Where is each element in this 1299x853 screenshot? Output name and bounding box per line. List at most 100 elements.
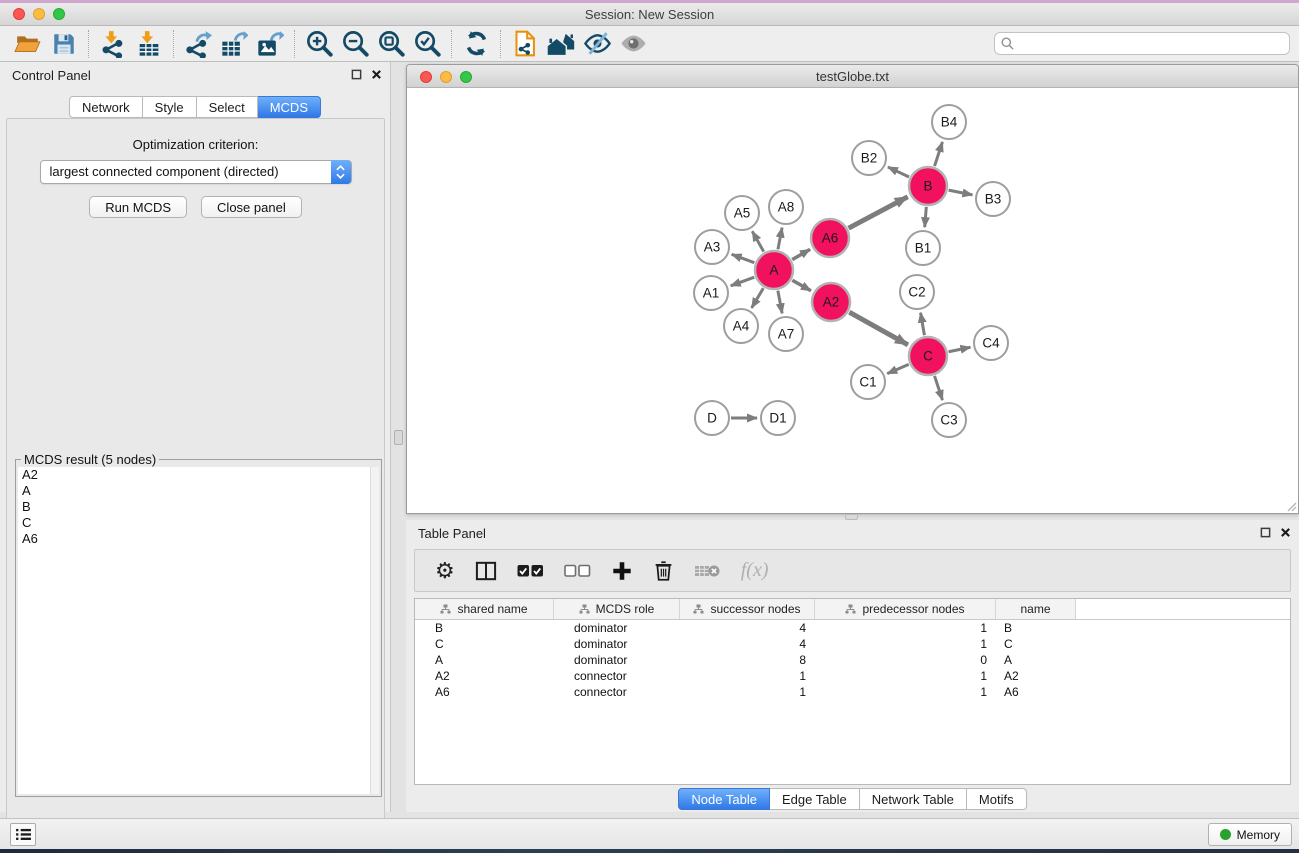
graph-edge-A2-C[interactable] <box>849 312 908 345</box>
document-network-icon[interactable] <box>507 28 543 60</box>
graph-edge-A-A1[interactable] <box>731 277 755 286</box>
graph-edge-A-A2[interactable] <box>792 280 811 290</box>
graph-node-A7[interactable]: A7 <box>769 317 803 351</box>
zoom-out-icon[interactable] <box>337 28 373 60</box>
import-network-icon[interactable] <box>95 28 131 60</box>
function-builder-icon[interactable]: f(x) <box>741 559 769 582</box>
graph-node-C[interactable]: C <box>909 337 947 375</box>
tab-node-table[interactable]: Node Table <box>678 788 770 810</box>
graph-node-A8[interactable]: A8 <box>769 190 803 224</box>
graph-node-C1[interactable]: C1 <box>851 365 885 399</box>
column-header-shared-name[interactable]: shared name <box>415 599 554 619</box>
graph-node-A2[interactable]: A2 <box>812 283 850 321</box>
run-mcds-button[interactable]: Run MCDS <box>89 196 187 218</box>
mcds-result-item[interactable]: A6 <box>18 531 370 547</box>
column-header-MCDS-role[interactable]: MCDS role <box>554 599 680 619</box>
mcds-result-item[interactable]: A <box>18 483 370 499</box>
close-panel-button[interactable]: Close panel <box>201 196 302 218</box>
tab-network[interactable]: Network <box>69 96 143 118</box>
optimization-criterion-select[interactable]: largest connected component (directed) <box>40 160 352 184</box>
graph-node-B1[interactable]: B1 <box>906 231 940 265</box>
graph-node-B2[interactable]: B2 <box>852 141 886 175</box>
graph-node-D[interactable]: D <box>695 401 729 435</box>
graph-node-B3[interactable]: B3 <box>976 182 1010 216</box>
export-network-icon[interactable] <box>180 28 216 60</box>
graph-node-A1[interactable]: A1 <box>694 276 728 310</box>
zoom-fit-icon[interactable] <box>373 28 409 60</box>
float-panel-icon[interactable] <box>1260 527 1271 538</box>
graph-edge-C-C1[interactable] <box>887 364 908 373</box>
graph-node-A4[interactable]: A4 <box>724 309 758 343</box>
graph-edge-B-B1[interactable] <box>925 207 927 227</box>
graph-node-C4[interactable]: C4 <box>974 326 1008 360</box>
vertical-splitter-grip[interactable] <box>394 430 403 445</box>
result-scrollbar[interactable] <box>370 467 379 794</box>
graph-node-C2[interactable]: C2 <box>900 275 934 309</box>
tab-style[interactable]: Style <box>143 96 197 118</box>
graph-edge-A-A6[interactable] <box>792 249 810 259</box>
mcds-result-item[interactable]: C <box>18 515 370 531</box>
tab-mcds[interactable]: MCDS <box>258 96 321 118</box>
delete-table-icon[interactable] <box>694 563 721 579</box>
graph-edge-C-C4[interactable] <box>949 347 971 352</box>
mcds-result-item[interactable]: A2 <box>18 467 370 483</box>
column-header-name[interactable]: name <box>996 599 1076 619</box>
graph-node-B[interactable]: B <box>909 167 947 205</box>
select-all-icon[interactable] <box>517 564 544 578</box>
tab-select[interactable]: Select <box>197 96 258 118</box>
graph-node-A6[interactable]: A6 <box>811 219 849 257</box>
graph-edge-A-A3[interactable] <box>732 254 755 262</box>
tab-motifs[interactable]: Motifs <box>967 788 1027 810</box>
tab-network-table[interactable]: Network Table <box>860 788 967 810</box>
split-columns-icon[interactable] <box>475 561 497 581</box>
graph-edge-C-C3[interactable] <box>935 376 943 400</box>
export-table-icon[interactable] <box>216 28 252 60</box>
float-panel-icon[interactable] <box>351 69 362 80</box>
graph-edge-B-B4[interactable] <box>935 142 943 166</box>
table-row[interactable]: Adominator80A <box>415 652 1290 668</box>
graph-edge-B-B3[interactable] <box>949 190 973 195</box>
table-row[interactable]: A2connector11A2 <box>415 668 1290 684</box>
window-resize-grip[interactable] <box>1285 500 1297 512</box>
graph-node-D1[interactable]: D1 <box>761 401 795 435</box>
import-table-icon[interactable] <box>131 28 167 60</box>
graph-node-A5[interactable]: A5 <box>725 196 759 230</box>
add-column-icon[interactable] <box>611 560 633 582</box>
delete-column-icon[interactable] <box>653 559 674 582</box>
table-row[interactable]: Bdominator41B <box>415 620 1290 636</box>
memory-button[interactable]: Memory <box>1208 823 1292 846</box>
zoom-in-icon[interactable] <box>301 28 337 60</box>
network-graph-canvas[interactable]: B4 B2 B B3 A8 A5 A6 B1 A3 A C2 A1 A2 A4 A7 C4 C C1 C3 D D1 <box>407 88 1298 513</box>
graph-edge-A-A4[interactable] <box>752 288 764 308</box>
graph-edge-B-B2[interactable] <box>888 167 909 177</box>
graph-node-B4[interactable]: B4 <box>932 105 966 139</box>
eye-icon[interactable] <box>615 28 651 60</box>
table-row[interactable]: Cdominator41C <box>415 636 1290 652</box>
graph-node-A[interactable]: A <box>755 251 793 289</box>
graph-node-C3[interactable]: C3 <box>932 403 966 437</box>
houses-icon[interactable] <box>543 28 579 60</box>
table-row[interactable]: A6connector11A6 <box>415 684 1290 700</box>
deselect-all-icon[interactable] <box>564 564 591 578</box>
save-icon[interactable] <box>46 28 82 60</box>
eye-slash-icon[interactable] <box>579 28 615 60</box>
export-image-icon[interactable] <box>252 28 288 60</box>
close-panel-icon[interactable] <box>1280 527 1291 538</box>
graph-edge-A-A5[interactable] <box>752 231 763 251</box>
graph-edge-A-A8[interactable] <box>778 228 782 250</box>
refresh-icon[interactable] <box>458 28 494 60</box>
graph-edge-A6-B[interactable] <box>849 197 908 228</box>
graph-edge-C-C2[interactable] <box>921 313 925 336</box>
settings-gear-icon[interactable]: ⚙ <box>435 560 455 582</box>
column-header-successor-nodes[interactable]: successor nodes <box>680 599 815 619</box>
graph-edge-A-A7[interactable] <box>778 291 782 314</box>
task-history-icon[interactable] <box>10 823 36 846</box>
open-folder-icon[interactable] <box>10 28 46 60</box>
column-header-predecessor-nodes[interactable]: predecessor nodes <box>815 599 996 619</box>
tab-edge-table[interactable]: Edge Table <box>770 788 860 810</box>
search-input[interactable] <box>1019 36 1283 51</box>
zoom-selected-icon[interactable] <box>409 28 445 60</box>
mcds-result-item[interactable]: B <box>18 499 370 515</box>
close-panel-icon[interactable] <box>371 69 382 80</box>
graph-node-A3[interactable]: A3 <box>695 230 729 264</box>
